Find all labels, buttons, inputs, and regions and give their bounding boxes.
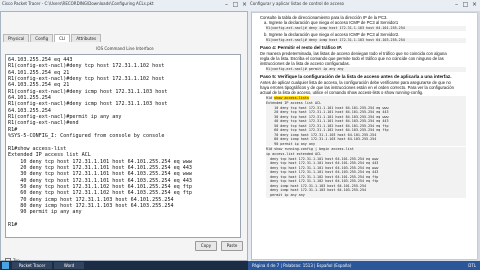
- doc-part-text-3: actual de la lista de acceso, utilice el…: [260, 90, 424, 96]
- cli-console[interactable]: 64.103.255.254 eq 443 R1(config-ext-nacl…: [5, 54, 241, 238]
- taskbar-item-packet-tracer[interactable]: Packet Tracer: [12, 262, 52, 269]
- console-output: 64.103.255.254 eq 443 R1(config-ext-nacl…: [8, 57, 193, 228]
- copy-button[interactable]: Copy: [195, 241, 217, 251]
- doc-running-config-block: R1# show running-config | begin access-l…: [266, 147, 466, 198]
- acl-lines: 10 deny tcp host 172.31.1.101 host 64.10…: [274, 105, 389, 146]
- status-left: Página 4 de 7 | Palabras: 1513 | Español…: [252, 263, 352, 268]
- acl-title: Extended IP access list ACL: [266, 101, 322, 106]
- start-icon[interactable]: [2, 262, 9, 269]
- tab-cli[interactable]: CLI: [54, 34, 71, 42]
- tab-physical[interactable]: Physical: [3, 34, 30, 42]
- tab-config[interactable]: Config: [30, 34, 54, 42]
- doc-code-b: R1(config-ext-nacl)# deny icmp host 172.…: [266, 38, 466, 43]
- close-icon[interactable]: ×: [240, 0, 249, 10]
- doc-item-a: a. Ingrese la declaración que niega el a…: [264, 20, 399, 26]
- doc-code-a: R1(config-ext-nacl)# deny icmp host 172.…: [266, 26, 466, 31]
- paste-button[interactable]: Paste: [221, 241, 243, 251]
- device-tabs: Physical Config CLI Attributes: [3, 34, 102, 42]
- doc-item-b: b. Ingrese la declaración que niega el a…: [264, 31, 400, 37]
- document-title: Configurar y aplicar listas de control d…: [250, 1, 345, 6]
- document-page[interactable]: Consulte la tabla de direccionamiento pa…: [252, 13, 477, 259]
- ios-cli-label: IOS Command Line Interface: [96, 46, 154, 51]
- minimize-icon[interactable]: –: [222, 0, 231, 10]
- show-cmd-highlight: show access-lists: [274, 96, 309, 101]
- status-right: DTL: [468, 263, 476, 268]
- document-body: Consulte la tabla de direccionamiento pa…: [260, 15, 475, 199]
- packet-tracer-window: Physical Config CLI Attributes IOS Comma…: [0, 11, 248, 264]
- doc-minimize-icon[interactable]: –: [452, 0, 461, 10]
- packet-tracer-title: Cisco Packet Tracer - C:\Users\RECORDING…: [2, 1, 154, 6]
- word-status-bar: Página 4 de 7 | Palabras: 1513 | Español…: [248, 261, 480, 270]
- document-area: Consulte la tabla de direccionamiento pa…: [248, 11, 480, 261]
- taskbar-item-word[interactable]: Word: [54, 262, 84, 269]
- show-cmd-prompt: R1#: [266, 96, 275, 101]
- doc-step-e-text-3: instrucciones de la lista de acceso conf…: [260, 61, 350, 67]
- doc-close-icon[interactable]: ×: [470, 0, 479, 10]
- doc-maximize-icon[interactable]: □: [461, 0, 470, 10]
- taskbar: Packet Tracer Word: [0, 261, 248, 270]
- maximize-icon[interactable]: □: [231, 0, 240, 10]
- run-lines: ip access-list extended ACL deny tcp hos…: [266, 152, 379, 197]
- doc-code-e: R1(config-ext-nacl)# permit ip any any: [266, 67, 466, 72]
- doc-show-acl-block: R1# show access-lists Extended IP access…: [266, 96, 466, 147]
- tab-attributes[interactable]: Attributes: [71, 34, 102, 42]
- doc-part-heading: Paso 5: Verifique la configuración de la…: [260, 73, 452, 79]
- run-cmd: R1# show running-config | begin access-l…: [266, 147, 354, 152]
